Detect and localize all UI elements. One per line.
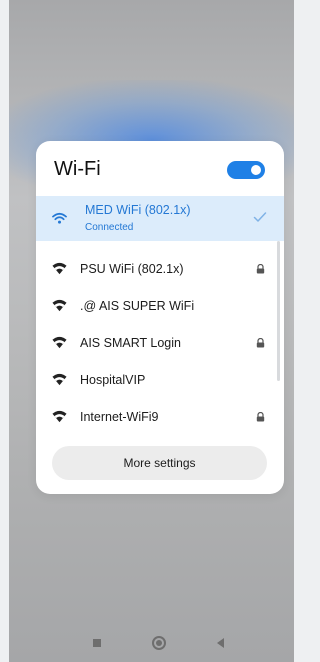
network-name: AIS SMART Login <box>80 336 181 350</box>
network-list: MED WiFi (802.1x) Connected PSU WiFi (80… <box>36 196 284 441</box>
network-name: HospitalVIP <box>80 373 146 387</box>
lock-icon <box>256 264 265 274</box>
wifi-panel: Wi-Fi MED WiFi (802.1x) Connected PSU Wi… <box>36 141 284 494</box>
network-item-psu-wifi[interactable]: PSU WiFi (802.1x) <box>36 250 284 287</box>
connection-status: Connected <box>85 222 134 233</box>
network-item-ais-super-wifi[interactable]: .@ AIS SUPER WiFi <box>36 287 284 324</box>
network-item-ais-smart-login[interactable]: AIS SMART Login <box>36 324 284 361</box>
network-item-internet-wifi9[interactable]: Internet-WiFi9 <box>36 398 284 435</box>
panel-title: Wi-Fi <box>54 158 101 180</box>
wifi-icon <box>52 262 67 275</box>
back-icon[interactable] <box>217 638 224 648</box>
network-item-med-wifi[interactable]: MED WiFi (802.1x) Connected <box>36 196 284 241</box>
recents-icon[interactable] <box>93 639 101 647</box>
lock-icon <box>256 412 265 422</box>
wifi-icon <box>52 410 67 423</box>
home-icon[interactable] <box>152 636 166 650</box>
lock-icon <box>256 338 265 348</box>
toggle-knob <box>251 165 261 175</box>
wifi-icon <box>52 212 67 224</box>
network-name: MED WiFi (802.1x) <box>85 203 191 217</box>
wifi-icon <box>52 336 67 349</box>
wifi-toggle[interactable] <box>227 161 265 179</box>
wifi-icon <box>52 299 67 312</box>
network-name: Internet-WiFi9 <box>80 410 159 424</box>
check-icon <box>253 212 267 222</box>
navigation-bar <box>9 628 294 662</box>
network-name: PSU WiFi (802.1x) <box>80 262 184 276</box>
wifi-icon <box>52 373 67 386</box>
network-name: .@ AIS SUPER WiFi <box>80 299 195 313</box>
network-item-hospitalvip[interactable]: HospitalVIP <box>36 361 284 398</box>
list-scrollbar[interactable] <box>277 241 280 381</box>
more-settings-button[interactable]: More settings <box>52 446 267 480</box>
